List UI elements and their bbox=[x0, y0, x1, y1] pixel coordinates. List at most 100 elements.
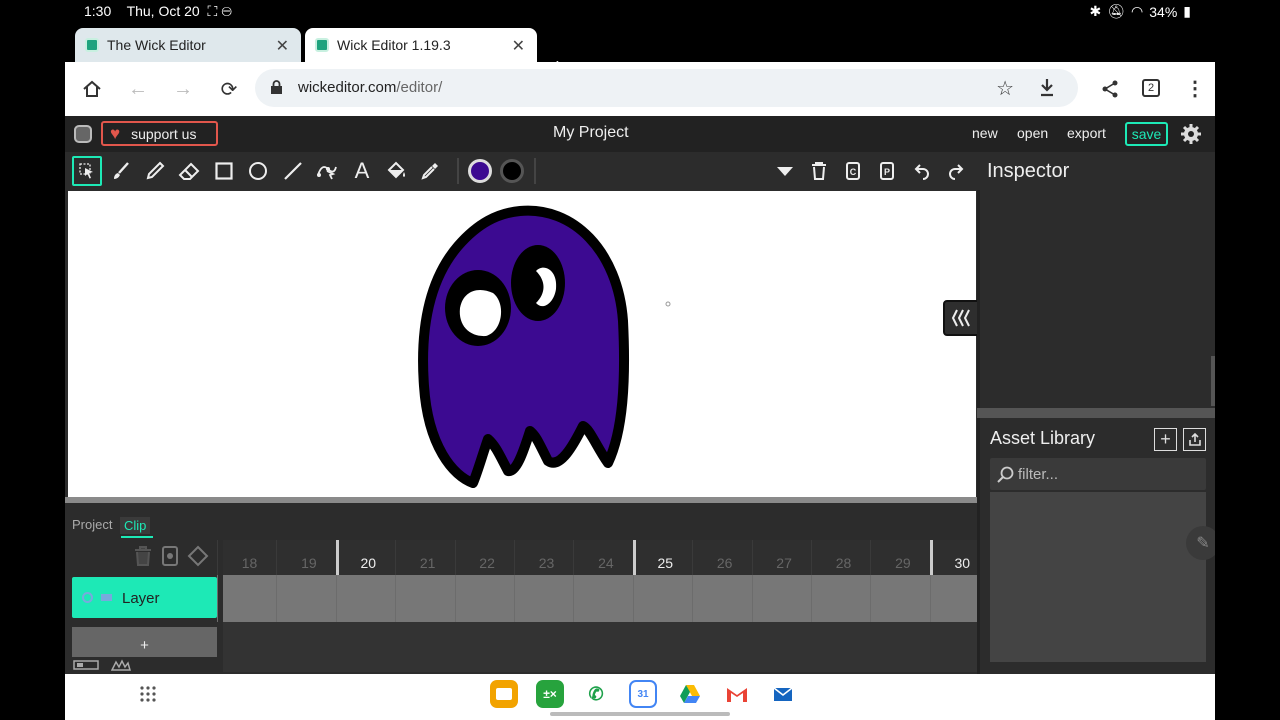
tab-project[interactable]: Project bbox=[72, 517, 112, 532]
text-icon[interactable]: A bbox=[347, 156, 377, 186]
pencil-fab-icon[interactable]: ✎ bbox=[1186, 526, 1215, 560]
app-drawer-icon[interactable] bbox=[139, 685, 157, 703]
frame-number-25[interactable]: 25 bbox=[636, 555, 695, 571]
back-icon[interactable]: ← bbox=[125, 76, 151, 102]
download-icon[interactable] bbox=[1038, 77, 1056, 97]
status-bar: 1:30 Thu, Oct 20 ⛶ ⊖ ✱ 🔕︎ ◠ 34% ▮ bbox=[65, 0, 1215, 24]
phone-app-icon[interactable]: ✆ bbox=[582, 680, 610, 708]
path-cursor-icon[interactable] bbox=[312, 156, 342, 186]
pencil-icon[interactable] bbox=[140, 156, 170, 186]
line-icon[interactable] bbox=[278, 156, 308, 186]
waveform-icon[interactable] bbox=[111, 659, 131, 671]
email-app-icon[interactable] bbox=[769, 680, 797, 708]
canvas-cursor-dot bbox=[665, 301, 671, 307]
brush-icon[interactable] bbox=[106, 156, 136, 186]
layer-frames-row[interactable] bbox=[217, 575, 977, 622]
ellipse-icon[interactable] bbox=[243, 156, 273, 186]
settings-gear-icon[interactable] bbox=[1180, 123, 1202, 145]
rectangle-icon[interactable] bbox=[209, 156, 239, 186]
url-text[interactable]: wickeditor.com/editor/ bbox=[298, 79, 442, 96]
more-menu-icon[interactable]: ⋮ bbox=[1185, 76, 1205, 101]
wick-logo-icon[interactable] bbox=[74, 125, 92, 143]
bookmark-star-icon[interactable]: ☆ bbox=[996, 76, 1014, 101]
canvas-scrollbar[interactable] bbox=[65, 497, 977, 503]
frame-number-27[interactable]: 27 bbox=[755, 555, 814, 571]
tab-the-wick-editor[interactable]: The Wick Editor ✕ bbox=[75, 28, 301, 62]
project-name[interactable]: My Project bbox=[553, 124, 629, 142]
frame-number-19[interactable]: 19 bbox=[279, 555, 338, 571]
visibility-eye-icon[interactable] bbox=[82, 592, 93, 603]
collapse-panel-button[interactable] bbox=[943, 300, 981, 336]
search-icon bbox=[997, 466, 1014, 483]
frame-cell-divider bbox=[276, 575, 278, 622]
major-frame-marker bbox=[632, 540, 636, 575]
copy-icon[interactable]: C bbox=[838, 156, 868, 186]
forward-icon[interactable]: → bbox=[170, 76, 196, 102]
drawing-canvas[interactable] bbox=[68, 191, 981, 567]
frame-number-29[interactable]: 29 bbox=[873, 555, 932, 571]
support-us-button[interactable]: ♥ support us bbox=[101, 121, 218, 146]
fill-color-swatch[interactable] bbox=[468, 159, 492, 183]
layer-row-label[interactable]: Layer bbox=[72, 577, 217, 618]
frame-number-30[interactable]: 30 bbox=[933, 555, 992, 571]
home-icon[interactable] bbox=[79, 76, 105, 102]
frame-number-23[interactable]: 23 bbox=[517, 555, 576, 571]
eyedropper-icon[interactable] bbox=[415, 156, 445, 186]
frame-cell-divider bbox=[573, 575, 575, 622]
add-tween-diamond-icon[interactable] bbox=[187, 545, 209, 567]
panel-resize-handle[interactable] bbox=[977, 408, 1215, 418]
inspector-scrollbar[interactable] bbox=[1211, 356, 1215, 406]
frame-number-28[interactable]: 28 bbox=[814, 555, 873, 571]
cursor-icon[interactable] bbox=[72, 156, 102, 186]
frame-size-icon[interactable] bbox=[73, 659, 99, 671]
close-tab-icon[interactable]: ✕ bbox=[276, 36, 289, 56]
my-files-app-icon[interactable] bbox=[490, 680, 518, 708]
tab-clip[interactable]: Clip bbox=[120, 517, 151, 534]
fill-bucket-icon[interactable] bbox=[381, 156, 411, 186]
export-button[interactable]: export bbox=[1067, 125, 1106, 141]
frame-number-ruler[interactable]: 18 19 20 21 22 23 24 25 26 27 28 29 30 bbox=[217, 540, 977, 575]
import-asset-button[interactable] bbox=[1183, 428, 1206, 451]
share-icon[interactable] bbox=[1101, 80, 1119, 98]
delete-trash-icon[interactable] bbox=[804, 156, 834, 186]
drive-app-icon[interactable] bbox=[676, 680, 704, 708]
calculator-app-icon[interactable]: ±× bbox=[536, 680, 564, 708]
frame-number-24[interactable]: 24 bbox=[576, 555, 635, 571]
stroke-color-swatch[interactable] bbox=[500, 159, 524, 183]
battery-percent: 34% bbox=[1149, 3, 1178, 20]
gmail-app-icon[interactable] bbox=[723, 680, 751, 708]
add-keyframe-icon[interactable] bbox=[161, 545, 179, 567]
filter-input[interactable] bbox=[1018, 463, 1198, 485]
add-asset-button[interactable]: + bbox=[1154, 428, 1177, 451]
frame-cell-divider bbox=[632, 575, 634, 622]
tab-switcher-button[interactable]: 2 bbox=[1142, 79, 1160, 97]
delete-layer-trash-icon[interactable] bbox=[133, 545, 153, 567]
new-button[interactable]: new bbox=[972, 125, 998, 141]
frame-cell-divider bbox=[692, 575, 694, 622]
redo-icon[interactable] bbox=[941, 156, 971, 186]
save-button[interactable]: save bbox=[1125, 122, 1168, 146]
frame-number-20[interactable]: 20 bbox=[339, 555, 398, 571]
frame-number-21[interactable]: 21 bbox=[398, 555, 457, 571]
toolbar-divider bbox=[534, 158, 536, 184]
frame-number-22[interactable]: 22 bbox=[458, 555, 517, 571]
layer-lock-icon[interactable] bbox=[101, 594, 112, 601]
paste-icon[interactable]: P bbox=[872, 156, 902, 186]
add-layer-button[interactable]: + bbox=[72, 627, 217, 657]
close-tab-icon[interactable]: ✕ bbox=[512, 36, 525, 56]
tab-wick-editor-1-19-3[interactable]: Wick Editor 1.19.3 ✕ bbox=[305, 28, 537, 62]
status-left: 1:30 Thu, Oct 20 ⛶ ⊖ bbox=[84, 3, 232, 20]
eraser-icon[interactable] bbox=[174, 156, 204, 186]
address-bar[interactable]: wickeditor.com/editor/ ☆ bbox=[255, 69, 1078, 107]
reload-icon[interactable]: ⟳ bbox=[216, 76, 242, 102]
frame-number-18[interactable]: 18 bbox=[220, 555, 279, 571]
calendar-app-icon[interactable]: 31 bbox=[629, 680, 657, 708]
frame-number-26[interactable]: 26 bbox=[695, 555, 754, 571]
undo-icon[interactable] bbox=[907, 156, 937, 186]
frame-divider bbox=[692, 540, 694, 575]
dropdown-arrow-icon[interactable] bbox=[770, 156, 800, 186]
open-button[interactable]: open bbox=[1017, 125, 1048, 141]
lock-icon bbox=[271, 80, 282, 94]
home-gesture-bar[interactable] bbox=[550, 712, 730, 716]
editor-menu-bar: ♥ support us My Project new open export … bbox=[65, 116, 1215, 152]
